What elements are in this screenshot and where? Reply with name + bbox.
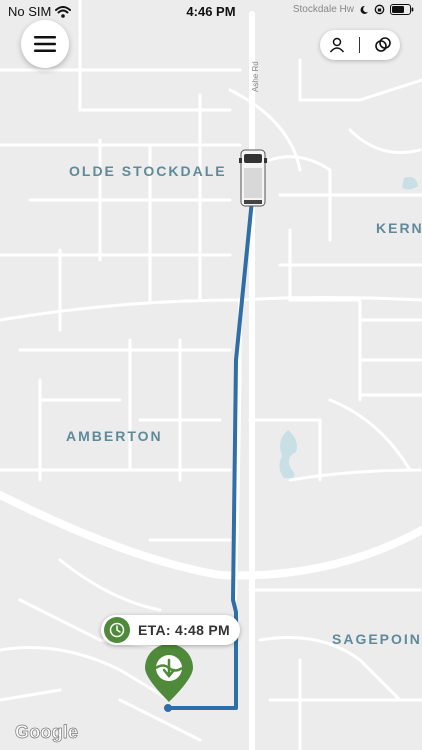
- label-amberton: AMBERTON: [66, 428, 163, 444]
- eta-bubble: ETA: 4:48 PM: [101, 615, 241, 645]
- battery-icon: [390, 4, 414, 15]
- street-hint: Stockdale Hw: [292, 4, 354, 15]
- hamburger-menu-icon: [34, 36, 56, 52]
- pill-divider: [359, 37, 361, 53]
- eta-label: ETA: 4:48 PM: [138, 622, 231, 638]
- orientation-lock-icon: [374, 4, 385, 15]
- status-bar: No SIM 4:46 PM Stockdale Hw: [0, 0, 422, 22]
- status-right: Stockdale Hw: [293, 4, 414, 15]
- account-pill: [320, 30, 400, 60]
- google-attribution[interactable]: Google: [15, 722, 79, 743]
- label-kern: KERN: [376, 220, 422, 236]
- menu-button[interactable]: [21, 20, 69, 68]
- van-icon[interactable]: [239, 149, 267, 207]
- route-end-dot: [164, 704, 172, 712]
- moon-icon: [360, 5, 368, 14]
- label-ashe-rd: Ashe Rd: [251, 61, 260, 92]
- link-button[interactable]: [371, 33, 395, 57]
- profile-button[interactable]: [325, 33, 349, 57]
- clock-icon: [104, 617, 130, 643]
- label-sagepoint: SAGEPOIN: [332, 631, 422, 647]
- label-olde-stockdale: OLDE STOCKDALE: [69, 163, 227, 179]
- linked-circles-icon: [375, 37, 391, 52]
- person-icon: [330, 37, 345, 53]
